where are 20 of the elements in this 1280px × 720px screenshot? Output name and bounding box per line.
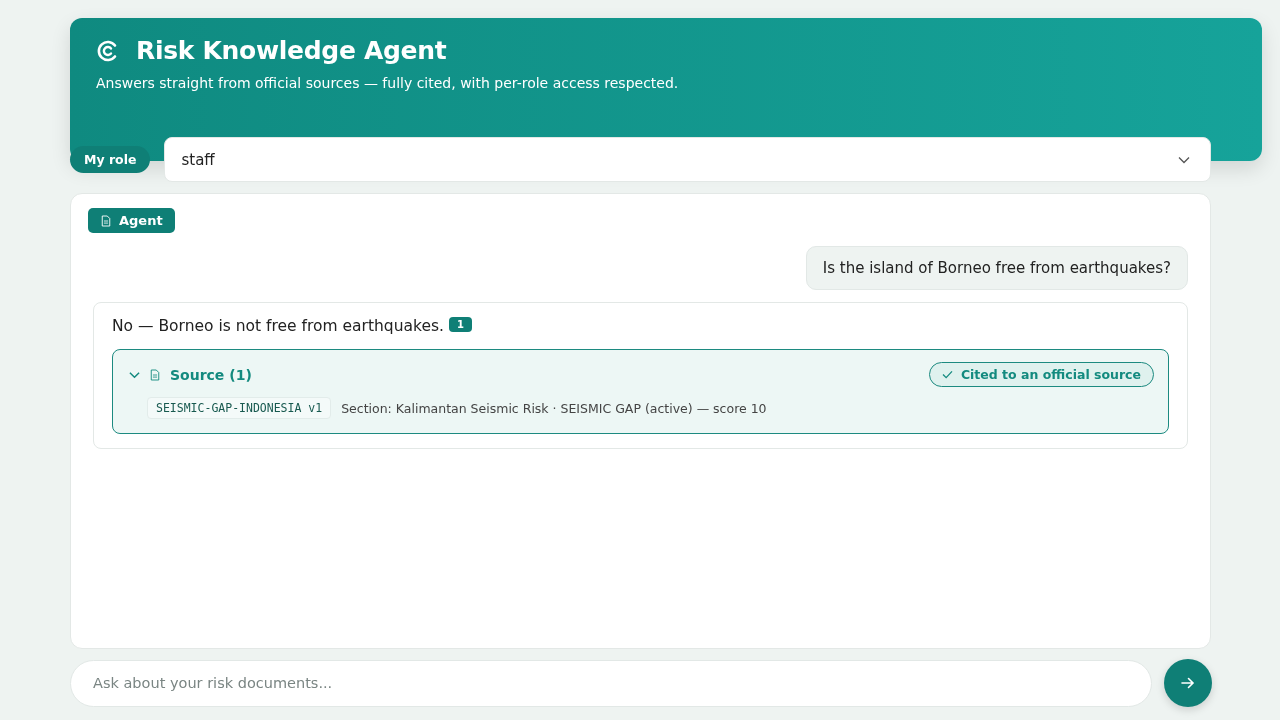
verified-badge: Cited to an official source <box>928 362 1154 387</box>
agent-badge: Agent <box>88 208 175 233</box>
answer-text: No — Borneo is not free from earthquakes. <box>112 317 444 335</box>
document-id: SEISMIC-GAP-INDONESIA v1 <box>147 397 332 419</box>
sources-title[interactable]: Source (1) <box>170 366 252 383</box>
app-subtitle: Answers straight from official sources — fully cited, with per-role access respected. <box>96 75 680 91</box>
source-detail: Section: Kalimantan Seismic Risk · SEISMIC GAP (active) — score 10 <box>341 400 767 416</box>
check-icon <box>941 370 953 379</box>
document-icon <box>150 368 160 381</box>
chevron-icon[interactable] <box>129 370 140 379</box>
citation-badge[interactable]: 1 <box>448 317 472 332</box>
user-message: Is the island of Borneo free from earthquakes? <box>805 246 1188 290</box>
arrow-right-icon <box>1180 675 1196 691</box>
document-icon <box>101 214 111 227</box>
role-label: My role <box>70 146 151 173</box>
question-input[interactable]: Ask about your risk documents... <box>70 659 1152 707</box>
role-select[interactable]: staff <box>164 137 1211 182</box>
send-button[interactable] <box>1164 659 1212 707</box>
chevron-icon <box>1178 155 1190 164</box>
app-title: Risk Knowledge Agent <box>136 36 447 65</box>
